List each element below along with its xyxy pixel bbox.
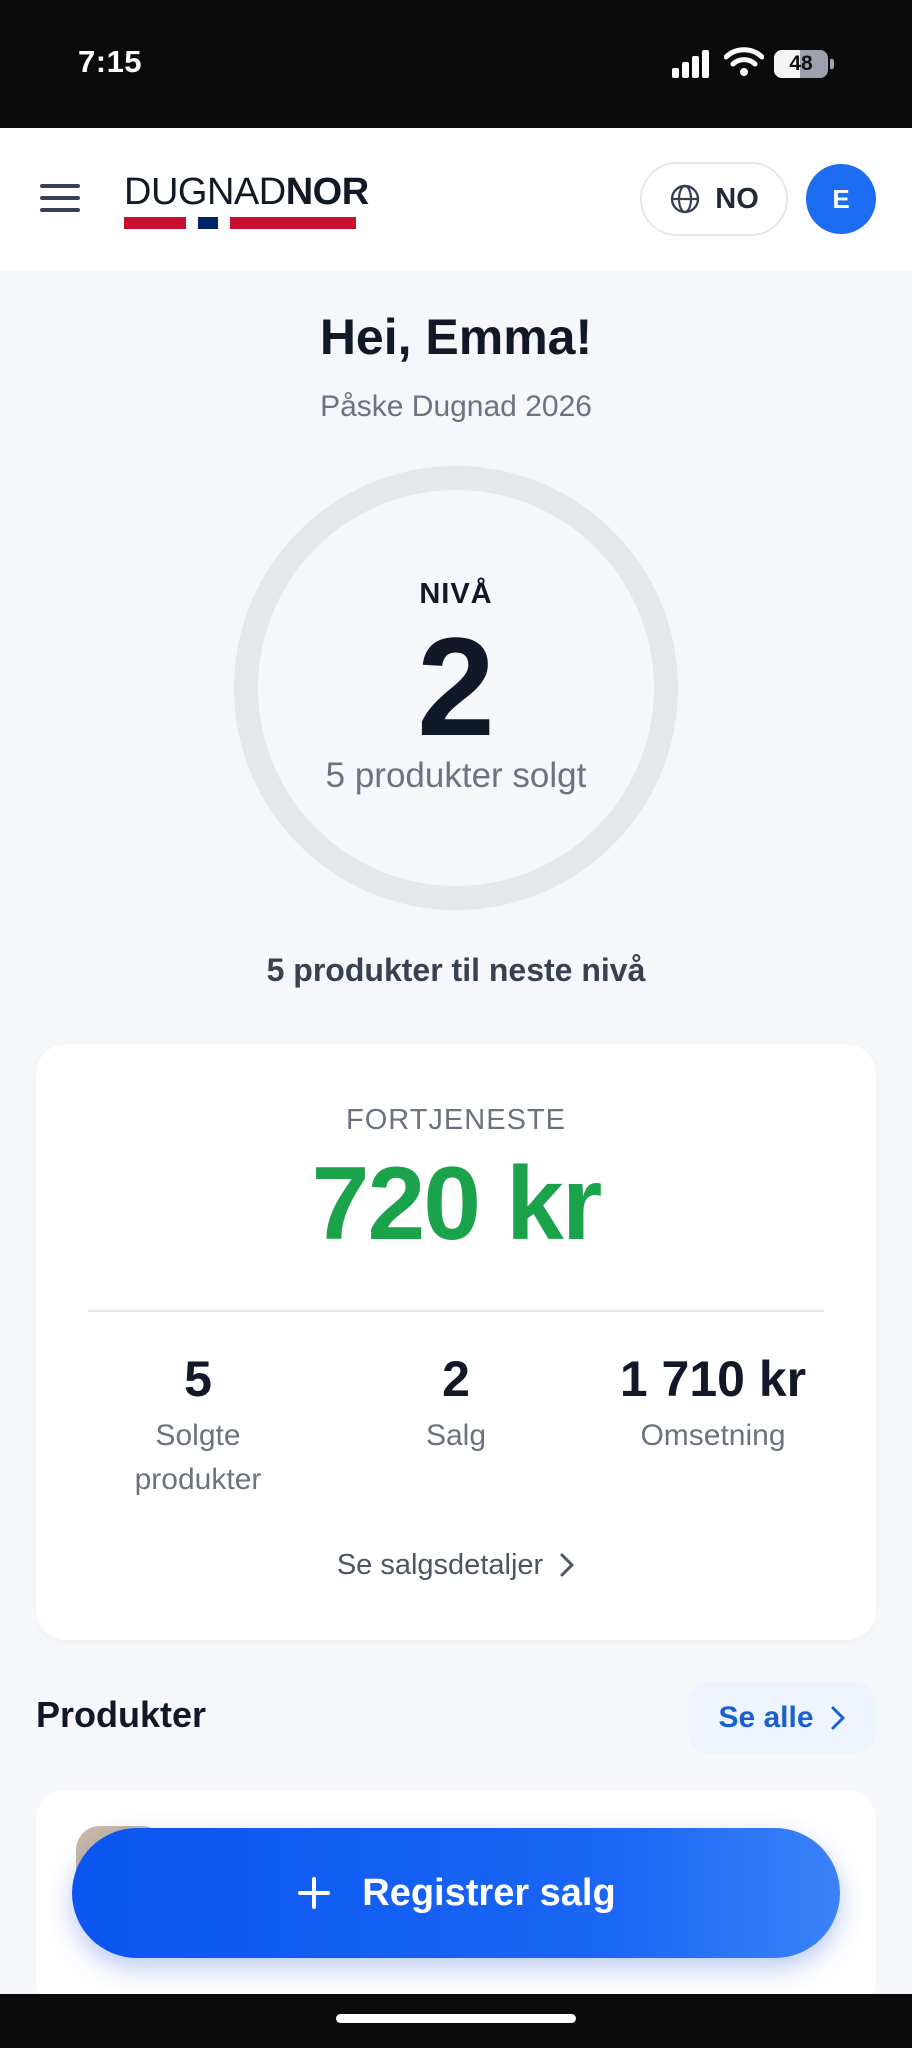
- home-indicator-bar: [0, 1994, 912, 2048]
- level-number: 2: [417, 608, 495, 765]
- earnings-card: FORTJENESTE 720 kr 5 Solgte produkter 2 …: [36, 1044, 876, 1640]
- stat-label: Salg: [425, 1419, 487, 1452]
- earnings-label: FORTJENESTE: [346, 1104, 566, 1136]
- status-bar: 7:15 48: [0, 0, 912, 128]
- stat-label: Solgte produkter: [134, 1419, 262, 1496]
- stat-sales: 2 Salg: [326, 1350, 586, 1458]
- chevron-right-icon: [560, 1553, 574, 1577]
- language-code: NO: [715, 182, 759, 215]
- register-sale-label: Registrer salg: [362, 1871, 616, 1914]
- register-sale-button[interactable]: Registrer salg: [72, 1828, 840, 1958]
- stat-products-sold: 5 Solgte produkter: [68, 1350, 328, 1502]
- app-screen: 7:15 48 DUGNADNOR NO E Hei, Emma! Påske …: [0, 0, 912, 2048]
- products-sold-text: 5 produkter solgt: [325, 756, 587, 795]
- sales-details-link[interactable]: Se salgsdetaljer: [36, 1540, 876, 1590]
- stat-value: 2: [442, 1351, 470, 1407]
- globe-icon: [671, 184, 700, 214]
- stat-revenue: 1 710 kr Omsetning: [583, 1350, 843, 1458]
- logo-text-part1: DUGNAD: [124, 171, 286, 213]
- next-level-text: 5 produkter til neste nivå: [266, 952, 646, 988]
- cellular-signal-icon: [672, 50, 712, 78]
- earnings-amount: 720 kr: [311, 1146, 603, 1262]
- products-section-title: Produkter: [36, 1694, 207, 1735]
- user-avatar[interactable]: E: [806, 164, 876, 234]
- language-selector-button[interactable]: NO: [640, 162, 788, 236]
- battery-percent: 48: [789, 52, 813, 75]
- level-caption: NIVÅ: [419, 578, 493, 610]
- logo-flag-stripe: [124, 217, 356, 229]
- greeting-title: Hei, Emma!: [319, 309, 593, 365]
- see-all-label: Se alle: [718, 1701, 814, 1734]
- card-divider: [88, 1310, 824, 1312]
- chevron-right-icon: [831, 1706, 845, 1730]
- stat-value: 1 710 kr: [619, 1351, 807, 1407]
- plus-icon: [296, 1875, 332, 1911]
- home-indicator[interactable]: [336, 2014, 576, 2023]
- app-header: DUGNADNOR NO E: [0, 128, 912, 270]
- battery-icon: 48: [774, 50, 834, 78]
- stat-value: 5: [184, 1351, 212, 1407]
- see-all-products-button[interactable]: Se alle: [688, 1682, 876, 1754]
- status-time: 7:15: [78, 44, 143, 79]
- logo-text-part2: NOR: [285, 171, 369, 213]
- wifi-icon: [724, 47, 764, 76]
- stat-label: Omsetning: [640, 1419, 786, 1452]
- hamburger-menu-icon[interactable]: [40, 180, 82, 216]
- dugnadnor-logo[interactable]: DUGNADNOR: [124, 171, 369, 232]
- sales-details-label: Se salgsdetaljer: [336, 1548, 544, 1581]
- campaign-name: Påske Dugnad 2026: [320, 390, 592, 423]
